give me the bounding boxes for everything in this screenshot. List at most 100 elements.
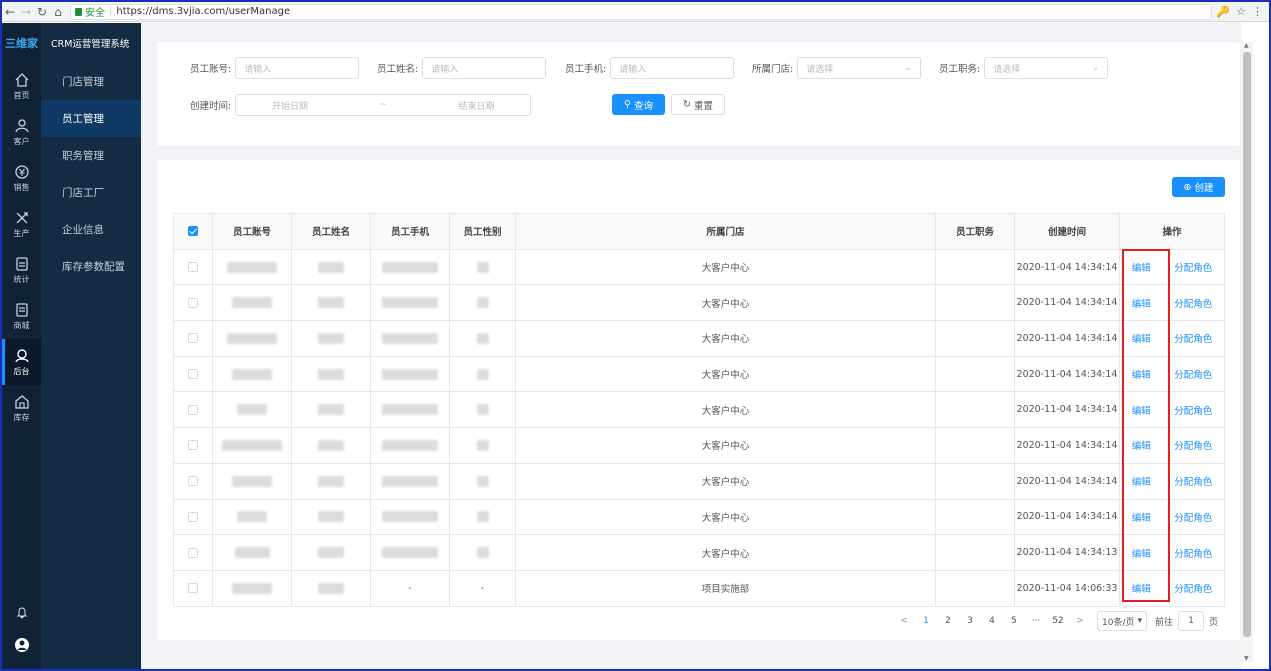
submenu-item[interactable]: 门店工厂 [41, 174, 141, 211]
created-cell: 2020-11-04 14:34:14 [1014, 427, 1120, 464]
row-checkbox[interactable] [188, 369, 198, 380]
page-size-select[interactable]: 10条/页 ▾ [1097, 611, 1148, 631]
assign-role-link[interactable]: 分配角色 [1174, 581, 1212, 595]
redacted-phone [382, 261, 438, 273]
assign-role-link[interactable]: 分配角色 [1174, 367, 1212, 381]
edit-link[interactable]: 编辑 [1132, 331, 1151, 345]
goto-page-input[interactable]: 1 [1178, 611, 1205, 631]
page-number[interactable]: 2 [937, 616, 959, 626]
date-range-picker[interactable]: 开始日期 ~ 结束日期 [235, 94, 532, 116]
row-checkbox[interactable] [188, 333, 198, 344]
star-icon[interactable]: ☆ [1236, 5, 1246, 18]
query-button[interactable]: ⚲ 查询 [612, 94, 665, 115]
assign-role-link[interactable]: 分配角色 [1174, 296, 1212, 310]
user-avatar-icon[interactable] [2, 637, 41, 653]
submenu-item[interactable]: 库存参数配置 [41, 248, 141, 285]
assign-role-link[interactable]: 分配角色 [1174, 438, 1212, 452]
phone-input[interactable]: 请输入 [610, 57, 735, 79]
edit-link[interactable]: 编辑 [1132, 581, 1151, 595]
address-bar[interactable]: 安全 | https://dms.3vjia.com/userManage [70, 3, 1213, 20]
row-checkbox[interactable] [188, 583, 198, 594]
scrollbar-thumb[interactable] [1243, 52, 1251, 637]
created-cell: 2020-11-04 14:34:14 [1014, 284, 1120, 322]
edit-link[interactable]: 编辑 [1132, 474, 1151, 488]
key-icon[interactable]: 🔑 [1216, 5, 1230, 18]
reload-icon[interactable]: ↻ [34, 5, 50, 19]
assign-role-link[interactable]: 分配角色 [1174, 474, 1212, 488]
start-date-input[interactable]: 开始日期 [272, 99, 308, 112]
nav-item-inventory[interactable]: 库存 [2, 385, 41, 431]
store-select[interactable]: 请选择 ⌄ [797, 57, 922, 79]
submenu-item[interactable]: 企业信息 [41, 211, 141, 248]
redacted-phone [382, 404, 438, 416]
header-phone: 员工手机 [370, 213, 450, 250]
assign-role-link[interactable]: 分配角色 [1174, 546, 1212, 560]
home-browser-icon[interactable]: ⌂ [50, 5, 66, 19]
nav-item-customer[interactable]: 客户 [2, 109, 41, 155]
scroll-up-icon[interactable]: ▲ [1244, 42, 1249, 49]
submenu-item[interactable]: 职务管理 [41, 137, 141, 174]
nav-item-sales[interactable]: 销售 [2, 155, 41, 201]
row-checkbox[interactable] [188, 297, 198, 308]
position-select[interactable]: 请选择 ⌄ [984, 57, 1109, 79]
page-number[interactable]: 52 [1047, 616, 1069, 626]
create-button[interactable]: ⊕ 创建 [1172, 177, 1225, 197]
filter-name-label: 员工姓名: [377, 64, 419, 75]
submenu-item[interactable]: 员工管理 [41, 100, 141, 137]
page-number[interactable]: 1 [915, 616, 937, 626]
icon-sidebar: 三维家 首页客户销售 生产 统计 商城 后台 库存 [2, 23, 41, 669]
edit-link[interactable]: 编辑 [1132, 296, 1151, 310]
back-icon[interactable]: ← [2, 5, 18, 19]
name-input[interactable]: 请输入 [422, 57, 547, 79]
row-checkbox[interactable] [188, 262, 198, 273]
edit-link[interactable]: 编辑 [1132, 546, 1151, 560]
redacted-phone [382, 332, 438, 344]
actions-cell: 编辑 分配角色 [1119, 320, 1225, 357]
menu-icon[interactable]: ⋮ [1252, 5, 1263, 18]
assign-role-link[interactable]: 分配角色 [1174, 403, 1212, 417]
forward-icon[interactable]: → [18, 5, 34, 19]
row-checkbox[interactable] [188, 547, 198, 558]
edit-link[interactable]: 编辑 [1132, 438, 1151, 452]
edit-link[interactable]: 编辑 [1132, 510, 1151, 524]
assign-role-link[interactable]: 分配角色 [1174, 510, 1212, 524]
row-checkbox[interactable] [188, 404, 198, 415]
assign-role-link[interactable]: 分配角色 [1174, 331, 1212, 345]
bell-icon[interactable] [2, 607, 41, 619]
row-select-cell [173, 320, 213, 357]
nav-item-label: 客户 [13, 136, 30, 146]
edit-link[interactable]: 编辑 [1132, 403, 1151, 417]
page-number[interactable]: 5 [1003, 616, 1025, 626]
page-number[interactable]: 4 [981, 616, 1003, 626]
table-row: 大客户中心 2020-11-04 14:34:14 编辑 分配角色 [173, 248, 1225, 286]
page-ellipsis[interactable]: ··· [1025, 616, 1047, 626]
nav-item-home[interactable]: 首页 [2, 63, 41, 109]
filter-position-label: 员工职务: [939, 64, 981, 75]
submenu-item[interactable]: 门店管理 [41, 63, 141, 100]
page-number[interactable]: 3 [959, 616, 981, 626]
scroll-down-icon[interactable]: ▼ [1244, 655, 1249, 662]
end-date-input[interactable]: 结束日期 [458, 99, 494, 112]
nav-item-statistics[interactable]: 统计 [2, 247, 41, 293]
nav-item-backend[interactable]: 后台 [2, 339, 41, 385]
edit-link[interactable]: 编辑 [1132, 260, 1151, 274]
table-header-row: 员工账号 员工姓名 员工手机 员工性别 所属门店 员工职务 创建时间 操作 [173, 213, 1225, 250]
nav-item-mall[interactable]: 商城 [2, 293, 41, 339]
filter-account-label: 员工账号: [190, 64, 232, 75]
account-input[interactable]: 请输入 [235, 57, 360, 79]
position-cell [935, 355, 1015, 393]
edit-link[interactable]: 编辑 [1132, 367, 1151, 381]
prev-page-button[interactable]: < [893, 616, 915, 626]
row-checkbox[interactable] [188, 440, 198, 451]
row-checkbox[interactable] [188, 511, 198, 522]
nav-item-production[interactable]: 生产 [2, 201, 41, 247]
filter-name: 员工姓名: 请输入 [377, 57, 547, 79]
reset-button[interactable]: ↻ 重置 [671, 94, 725, 115]
select-all-checkbox[interactable] [188, 226, 198, 237]
vertical-scrollbar[interactable]: ▲ ▼ [1241, 42, 1253, 662]
assign-role-link[interactable]: 分配角色 [1174, 260, 1212, 274]
account-cell [212, 391, 292, 429]
row-checkbox[interactable] [188, 476, 198, 487]
app-logo: 三维家 [5, 37, 38, 50]
next-page-button[interactable]: > [1069, 616, 1091, 626]
